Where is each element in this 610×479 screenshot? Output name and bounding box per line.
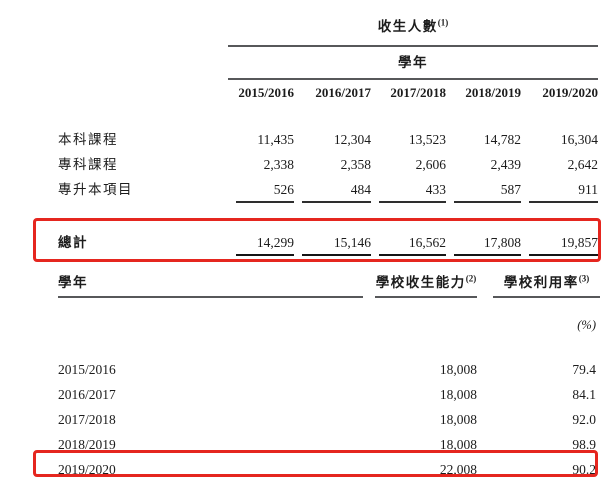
year-cell: 2015/2016	[58, 362, 116, 377]
enrollment-value: 911	[529, 181, 598, 203]
enrollment-value: 2,642	[567, 157, 598, 172]
percent-unit-label: (%)	[577, 318, 596, 332]
enrollment-value: 13,523	[408, 132, 446, 147]
year-column-label: 學年	[58, 274, 363, 298]
utilization-value: 92.0	[572, 412, 596, 427]
utilization-value: 84.1	[572, 387, 596, 402]
capacity-value: 18,008	[439, 387, 477, 402]
capacity-table: 學年 學校收生能力(2) 學校利用率(3) (%) 2015/2016 18,0…	[58, 274, 600, 479]
enrollment-value: 484	[302, 181, 371, 203]
utilization-column-header-text: 學校利用率	[503, 275, 579, 290]
enrollment-value: 2,358	[340, 157, 371, 172]
enrollment-value: 14,782	[483, 132, 521, 147]
capacity-value: 18,008	[439, 412, 477, 427]
enrollment-value: 16,304	[560, 132, 598, 147]
footnote-ref-1: (1)	[437, 17, 449, 28]
row-label-undergraduate: 本科課程	[58, 132, 118, 147]
highlight-box-enrollment-total	[33, 218, 601, 262]
enrollment-value: 2,606	[415, 157, 446, 172]
enrollment-value: 2,439	[490, 157, 521, 172]
spacer-cell	[58, 80, 228, 105]
enrollment-value: 11,435	[257, 132, 294, 147]
year-column-header: 2017/2018	[390, 85, 446, 100]
spacer-cell	[477, 274, 493, 298]
school-year-subheader: 學年	[228, 47, 598, 80]
enrollment-value: 433	[379, 181, 446, 203]
utilization-value: 79.4	[572, 362, 596, 377]
utilization-column-header: 學校利用率(3)	[493, 274, 600, 298]
row-label-upgrade-program: 專升本項目	[58, 182, 133, 197]
year-cell: 2016/2017	[58, 387, 116, 402]
year-column-header: 2015/2016	[238, 85, 294, 100]
enrollment-table-title-text: 收生人數	[377, 19, 438, 34]
year-column-header: 2016/2017	[315, 85, 371, 100]
row-label-junior-college: 專科課程	[58, 157, 118, 172]
enrollment-value: 526	[236, 181, 294, 203]
enrollment-table-title: 收生人數(1)	[228, 16, 598, 47]
enrollment-value: 12,304	[333, 132, 371, 147]
capacity-column-header-text: 學校收生能力	[375, 275, 466, 290]
capacity-value: 18,008	[439, 362, 477, 377]
capacity-column-header: 學校收生能力(2)	[375, 274, 477, 298]
enrollment-value: 2,338	[263, 157, 294, 172]
year-column-header: 2019/2020	[542, 85, 598, 100]
footnote-ref-3: (3)	[578, 273, 590, 284]
footnote-ref-2: (2)	[465, 273, 477, 284]
enrollment-value: 587	[454, 181, 521, 203]
highlight-box-2019-2020-row	[33, 450, 598, 477]
spacer-cell	[363, 274, 375, 298]
year-column-header: 2018/2019	[465, 85, 521, 100]
year-cell: 2017/2018	[58, 412, 116, 427]
document-page: 收生人數(1) 學年 2015/2016 2016/2017 2017/2018…	[0, 0, 610, 479]
